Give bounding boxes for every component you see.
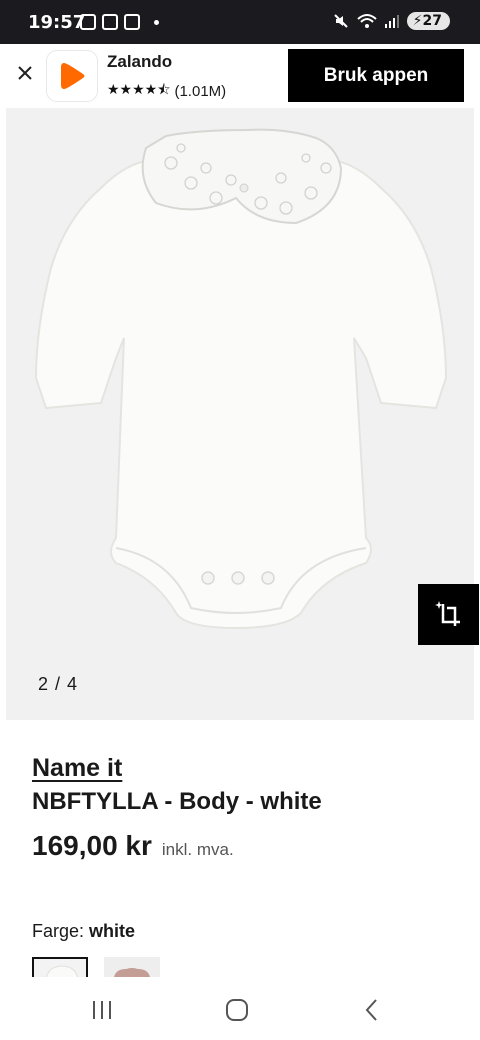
- tax-note: inkl. mva.: [161, 840, 234, 859]
- checkbox-icon: [124, 14, 140, 30]
- mute-icon: [333, 14, 348, 28]
- calendar-icon: [80, 14, 96, 30]
- wifi-icon: [357, 14, 377, 28]
- screenshot-icon: [102, 14, 118, 30]
- product-price: 169,00 kr: [32, 830, 152, 861]
- color-label: Farge:: [32, 921, 85, 941]
- battery-icon: ⚡27: [406, 12, 450, 30]
- color-swatch-rose[interactable]: [104, 957, 160, 977]
- rating-stars: ★★★★⯪: [107, 81, 171, 97]
- swatch-image-white: [45, 965, 79, 977]
- app-install-banner: Zalando ★★★★⯪ (1.01M) Bruk appen: [0, 44, 480, 108]
- notification-dot-icon: [154, 19, 159, 25]
- color-value: white: [89, 921, 136, 941]
- zalando-logo: [47, 51, 97, 101]
- signal-icon: [384, 15, 399, 28]
- recent-apps-icon: [93, 1001, 111, 1019]
- product-image: [34, 128, 448, 630]
- home-icon: [226, 999, 248, 1021]
- product-gallery[interactable]: 2 / 4: [0, 108, 480, 720]
- rating-count: (1.01M): [174, 82, 227, 100]
- color-label-row: Farge: white: [32, 921, 135, 942]
- brand-link[interactable]: Name it: [32, 754, 122, 783]
- price-row: 169,00 kr inkl. mva.: [32, 830, 234, 862]
- home-button[interactable]: [217, 995, 257, 1025]
- color-swatch-white[interactable]: [32, 957, 88, 977]
- swatch-image-rose: [114, 968, 150, 977]
- sparkle-crop-icon: [434, 600, 460, 626]
- system-nav-bar: [0, 977, 480, 1040]
- product-image-area[interactable]: 2 / 4: [6, 108, 474, 720]
- zalando-play-icon: [61, 63, 85, 89]
- status-left-icons: [80, 14, 159, 30]
- back-icon: [365, 999, 377, 1021]
- open-app-button[interactable]: Bruk appen: [288, 49, 464, 102]
- recent-apps-button[interactable]: [82, 995, 122, 1025]
- back-button[interactable]: [352, 995, 392, 1025]
- app-name: Zalando: [107, 52, 173, 71]
- battery-level: 27: [422, 13, 442, 29]
- zoom-button[interactable]: [418, 584, 479, 645]
- product-name: NBFTYLLA - Body - white: [32, 788, 322, 815]
- app-rating: ★★★★⯪ (1.01M): [107, 79, 226, 103]
- status-time: 19:57: [28, 12, 86, 33]
- close-icon[interactable]: [14, 62, 36, 84]
- status-right-icons: ⚡27: [333, 12, 450, 30]
- image-counter: 2 / 4: [38, 674, 79, 694]
- status-bar: 19:57 ⚡27: [0, 0, 480, 44]
